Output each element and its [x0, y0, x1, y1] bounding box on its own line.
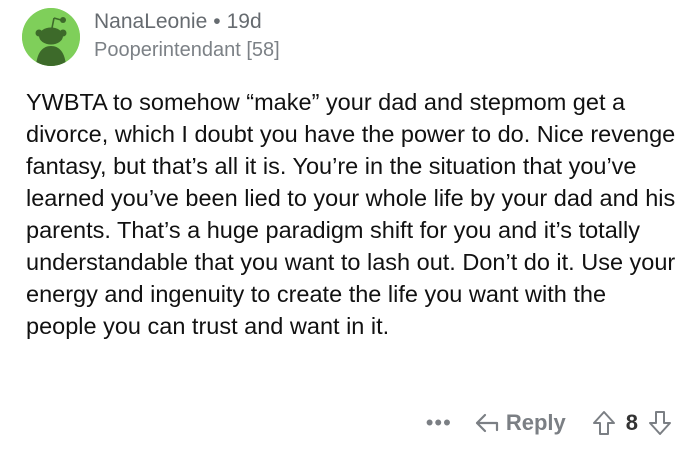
comment-header: NanaLeonie • 19d Pooperintendant [58] — [94, 8, 280, 64]
comment-body: YWBTA to somehow “make” your dad and ste… — [26, 89, 676, 339]
vote-score: 8 — [625, 410, 638, 435]
reply-arrow-icon — [474, 412, 500, 434]
reply-label: Reply — [505, 410, 566, 435]
reply-button[interactable]: Reply — [474, 410, 566, 436]
downvote-arrow-icon[interactable] — [648, 410, 672, 436]
separator-dot: • — [213, 10, 221, 33]
more-options-icon[interactable]: ••• — [426, 405, 452, 441]
upvote-arrow-icon[interactable] — [592, 410, 616, 436]
user-flair: Pooperintendant [58] — [94, 39, 280, 61]
comment-card: NanaLeonie • 19d Pooperintendant [58] YWBT… — [0, 0, 700, 450]
vote-controls: 8 — [592, 410, 672, 436]
snoo-avatar-icon[interactable] — [22, 8, 80, 66]
author-line: NanaLeonie • 19d — [94, 8, 280, 35]
username[interactable]: NanaLeonie — [94, 10, 207, 33]
comment-actions: ••• Reply 8 — [426, 405, 672, 441]
comment-age: 19d — [226, 10, 262, 33]
